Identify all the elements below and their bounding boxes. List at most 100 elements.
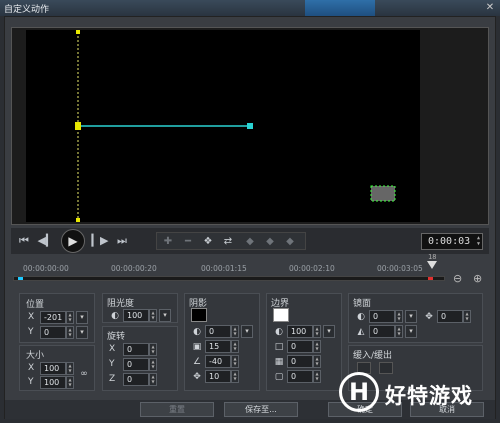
border-width-stepper[interactable]: ▲ ▼ — [313, 340, 321, 353]
size-y-input[interactable]: 100 — [40, 376, 66, 389]
shadow-panel: 阴影 ◐ 0 ▲ ▼ ▾ ▣ 15 ▲ ▼ ∠ -40 ▲ ▼ ✥ 10 ▲ ▼ — [184, 293, 260, 391]
tick-label: 00:00:00:20 — [111, 264, 157, 273]
next-keyframe-icon[interactable]: ◆ — [261, 234, 279, 250]
timeline-track[interactable] — [13, 276, 445, 281]
end-marker[interactable] — [428, 277, 433, 280]
border-width-input[interactable]: 0 — [287, 340, 313, 353]
border-color-swatch[interactable] — [273, 308, 289, 322]
shadow-opacity-dropdown[interactable]: ▾ — [241, 325, 253, 338]
preview-area — [11, 27, 489, 225]
mirror-distance-input[interactable]: 0 — [437, 310, 463, 323]
prev-frame-icon[interactable]: ◀▎ — [37, 232, 55, 250]
position-label: 位置 — [26, 300, 45, 310]
border-style-stepper[interactable]: ▲ ▼ — [313, 355, 321, 368]
shadow-angle-icon: ∠ — [192, 357, 202, 367]
size-x-stepper[interactable]: ▲ ▼ — [66, 362, 74, 375]
border-width-icon: □ — [274, 342, 284, 352]
rotation-x-label: X — [109, 344, 116, 354]
reset-button[interactable]: 重置 — [140, 402, 214, 417]
go-end-icon[interactable]: ⏭ — [113, 232, 131, 250]
shadow-angle-stepper[interactable]: ▲ ▼ — [231, 355, 239, 368]
swap-keyframes-icon[interactable]: ⇄ — [219, 234, 237, 250]
opacity-icon: ◐ — [111, 311, 119, 321]
position-x-input[interactable]: -201 — [40, 311, 66, 324]
zoom-out-icon[interactable]: ⊖ — [453, 272, 462, 285]
shadow-color-swatch[interactable] — [191, 308, 207, 322]
rotation-z-input[interactable]: 0 — [123, 373, 149, 386]
shadow-blur-icon: ▣ — [192, 342, 202, 352]
shadow-blur-input[interactable]: 15 — [205, 340, 231, 353]
mirror-distance-stepper[interactable]: ▲ ▼ — [463, 310, 471, 323]
rotation-x-input[interactable]: 0 — [123, 343, 149, 356]
mirror-fade-dropdown[interactable]: ▾ — [405, 325, 417, 338]
border-style-icon: ▦ — [274, 357, 284, 367]
rotation-x-stepper[interactable]: ▲ ▼ — [149, 343, 157, 356]
position-y-label: Y — [28, 327, 34, 337]
opacity-stepper[interactable]: ▲ ▼ — [149, 309, 157, 322]
add-keyframe-icon[interactable]: ✚ — [159, 234, 177, 250]
path-start-point — [75, 122, 81, 130]
preview-canvas[interactable] — [26, 30, 420, 222]
size-x-input[interactable]: 100 — [40, 362, 66, 375]
shadow-distance-icon: ✥ — [193, 372, 201, 382]
size-y-stepper[interactable]: ▲ ▼ — [66, 376, 74, 389]
mirror-opacity-dropdown[interactable]: ▾ — [405, 310, 417, 323]
timecode-display[interactable]: 0:00:03 18 ▲ ▼ — [421, 233, 483, 261]
border-opacity-input[interactable]: 100 — [287, 325, 313, 338]
mirror-opacity-icon: ◐ — [357, 312, 365, 322]
timeline-ruler[interactable]: 00:00:00:00 00:00:00:20 00:00:01:15 00:0… — [11, 258, 489, 288]
reverse-keyframes-icon[interactable]: ❖ — [199, 234, 217, 250]
zoom-in-icon[interactable]: ⊕ — [473, 272, 482, 285]
size-y-label: Y — [28, 377, 34, 387]
border-opacity-dropdown[interactable]: ▾ — [323, 325, 335, 338]
position-x-stepper[interactable]: ▲ ▼ — [66, 311, 74, 324]
position-x-label: X — [28, 312, 35, 322]
rotation-y-stepper[interactable]: ▲ ▼ — [149, 358, 157, 371]
close-button[interactable]: ✕ — [484, 2, 496, 14]
opacity-panel: 阻光度 ◐ 100 ▲ ▼ ▾ — [102, 293, 178, 323]
playhead[interactable] — [427, 261, 437, 269]
remove-keyframe-icon[interactable]: ━ — [179, 234, 197, 250]
mirror-fade-icon: ◭ — [357, 327, 365, 337]
save-to-button[interactable]: 保存至... — [224, 402, 298, 417]
shadow-angle-input[interactable]: -40 — [205, 355, 231, 368]
link-icon[interactable]: ∞ — [78, 368, 90, 380]
mirror-fade-input[interactable]: 0 — [369, 325, 395, 338]
timecode-spinner[interactable]: ▲ ▼ — [477, 235, 480, 247]
shadow-blur-stepper[interactable]: ▲ ▼ — [231, 340, 239, 353]
tick-label: 00:00:00:00 — [23, 264, 69, 273]
mirror-opacity-stepper[interactable]: ▲ ▼ — [395, 310, 403, 323]
position-y-input[interactable]: 0 — [40, 326, 66, 339]
prev-keyframe-icon[interactable]: ◆ — [241, 234, 259, 250]
go-start-icon[interactable]: ⏮ — [15, 232, 33, 250]
border-opacity-icon: ◐ — [275, 327, 283, 337]
rotation-z-stepper[interactable]: ▲ ▼ — [149, 373, 157, 386]
position-y-stepper[interactable]: ▲ ▼ — [66, 326, 74, 339]
mirror-label: 镜面 — [353, 299, 372, 309]
border-corner-input[interactable]: 0 — [287, 370, 313, 383]
mirror-opacity-input[interactable]: 0 — [369, 310, 395, 323]
next-frame-icon[interactable]: ▎▶ — [91, 232, 109, 250]
shadow-opacity-stepper[interactable]: ▲ ▼ — [231, 325, 239, 338]
position-x-dropdown[interactable]: ▾ — [76, 311, 88, 324]
mirror-panel: 镜面 ◐ 0 ▲ ▼ ▾ ✥ 0 ▲ ▼ ◭ 0 ▲ ▼ ▾ — [348, 293, 483, 343]
rotation-y-input[interactable]: 0 — [123, 358, 149, 371]
position-y-dropdown[interactable]: ▾ — [76, 326, 88, 339]
shadow-distance-stepper[interactable]: ▲ ▼ — [231, 370, 239, 383]
shadow-distance-input[interactable]: 10 — [205, 370, 231, 383]
copy-keyframe-icon[interactable]: ◆ — [281, 234, 299, 250]
shadow-opacity-icon: ◐ — [193, 327, 201, 337]
border-opacity-stepper[interactable]: ▲ ▼ — [313, 325, 321, 338]
shadow-opacity-input[interactable]: 0 — [205, 325, 231, 338]
window-title: 自定义动作 — [4, 5, 50, 15]
opacity-input[interactable]: 100 — [123, 309, 149, 322]
start-marker[interactable] — [18, 277, 23, 280]
guide-handle-top — [76, 30, 80, 34]
rotation-z-label: Z — [109, 374, 116, 384]
play-button[interactable]: ▶ — [61, 229, 85, 253]
border-style-input[interactable]: 0 — [287, 355, 313, 368]
border-corner-stepper[interactable]: ▲ ▼ — [313, 370, 321, 383]
object-thumbnail — [370, 185, 396, 202]
mirror-fade-stepper[interactable]: ▲ ▼ — [395, 325, 403, 338]
opacity-dropdown[interactable]: ▾ — [159, 309, 171, 322]
